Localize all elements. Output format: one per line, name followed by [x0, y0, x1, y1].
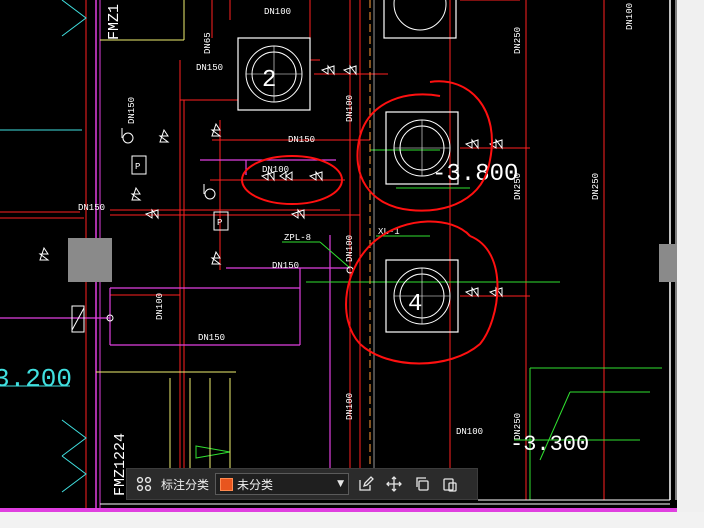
pipe-label-dn150-b: DN150	[127, 97, 137, 124]
p-label-left: P	[135, 162, 140, 172]
grid-icon[interactable]	[133, 473, 155, 495]
door-label-top: FMZ1	[106, 4, 123, 40]
pipe-label-zpl: ZPL-8	[284, 233, 311, 243]
pressure-gauge-mid	[203, 184, 229, 231]
bottom-margin	[0, 512, 704, 528]
dashed-axis-lines	[96, 0, 375, 500]
right-margin	[677, 0, 704, 528]
pipe-label-dn150-mid: DN150	[272, 261, 299, 271]
pipe-label-dn150-a: DN150	[196, 63, 223, 73]
green-leader-lines	[195, 149, 662, 500]
pipe-label-dn100-vert2: DN100	[345, 95, 355, 122]
category-select[interactable]: 未分类 ▼	[215, 473, 350, 495]
unit-2-label: 2	[262, 67, 276, 94]
valve-symbols	[38, 64, 503, 322]
category-label: 标注分类	[161, 477, 210, 492]
pressure-gauge-left	[121, 128, 147, 175]
pipe-label-dn250-a: DN250	[513, 27, 523, 54]
copy-icon[interactable]	[411, 473, 433, 495]
bottom-hatch	[100, 499, 670, 505]
elevation-left: 3.200	[0, 364, 72, 394]
pipe-label-dn150-low: DN150	[198, 333, 225, 343]
category-color-swatch	[220, 477, 234, 491]
annotation-toolbar: 标注分类 未分类 ▼	[126, 468, 478, 500]
pipe-label-dn100-valves: DN100	[262, 165, 289, 175]
pipe-label-dn100-top: DN100	[264, 7, 291, 17]
equipment-unit-top	[383, 0, 457, 39]
chevron-down-icon: ▼	[337, 479, 345, 489]
pipe-label-dn150-c: DN150	[288, 135, 315, 145]
pipe-label-dn100-vert3: DN100	[345, 235, 355, 262]
pipe-label-dn65: DN65	[203, 32, 213, 54]
pipe-label-dn100-right: DN100	[625, 3, 635, 30]
pipe-label-dn100-vert1: DN100	[155, 293, 165, 320]
move-icon[interactable]	[383, 473, 405, 495]
edit-icon[interactable]	[355, 473, 377, 495]
pipe-label-dn150-left: DN150	[78, 203, 105, 213]
structural-column	[68, 238, 112, 282]
paste-icon[interactable]	[439, 473, 461, 495]
unit-4-label: 4	[408, 291, 422, 318]
pipe-label-dn100-vert4: DN100	[345, 393, 355, 420]
pipe-label-dn100-bottom: DN100	[456, 427, 483, 437]
elevation-main: -3.800	[432, 161, 518, 188]
cad-drawing-canvas[interactable]: 2 4 P P DN100 DN65 DN150 DN150 DN150 DN1…	[0, 0, 704, 528]
elevation-bottom: -3.300	[510, 432, 589, 457]
category-select-value: 未分类	[237, 477, 274, 492]
p-label-mid: P	[217, 218, 222, 228]
pipe-label-dn250-c: DN250	[591, 173, 601, 200]
